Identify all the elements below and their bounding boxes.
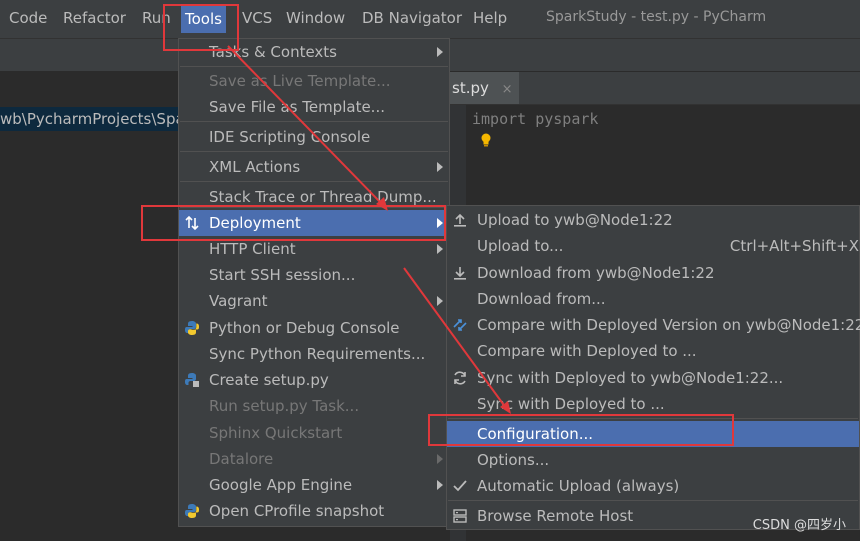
menu-item-xml-actions[interactable]: XML Actions bbox=[179, 154, 449, 180]
submenu-item-label: Sync with Deployed to ywb@Node1:22... bbox=[477, 369, 784, 387]
menu-item-label: Sync Python Requirements... bbox=[209, 345, 426, 363]
submenu-item-label: Download from ywb@Node1:22 bbox=[477, 264, 715, 282]
annotation-box-configuration bbox=[428, 414, 734, 446]
submenu-item-sync-node[interactable]: Sync with Deployed to ywb@Node1:22... bbox=[447, 365, 859, 391]
submenu-item-label: Automatic Upload (always) bbox=[477, 477, 680, 495]
editor-tab-test-py[interactable]: st.py × bbox=[450, 72, 519, 104]
download-icon bbox=[454, 267, 466, 280]
submenu-item-options[interactable]: Options... bbox=[447, 447, 859, 473]
watermark: CSDN @四岁小 bbox=[752, 518, 846, 533]
shortcut-label: Ctrl+Alt+Shift+X bbox=[729, 237, 859, 255]
tools-menu: Tasks & Contexts Save as Live Template..… bbox=[178, 38, 450, 527]
deployment-submenu: Upload to ywb@Node1:22 Upload to... Ctrl… bbox=[446, 205, 860, 530]
menu-vcs[interactable]: VCS bbox=[242, 9, 272, 27]
menu-item-label: Datalore bbox=[209, 450, 274, 468]
editor-tabs: st.py × bbox=[450, 72, 860, 105]
window-title: SparkStudy - test.py - PyCharm bbox=[546, 9, 767, 25]
submenu-item-label: Options... bbox=[477, 451, 550, 469]
submenu-item-label: Upload to... bbox=[477, 237, 564, 255]
menu-separator bbox=[180, 181, 448, 182]
menu-item-label: Python or Debug Console bbox=[209, 319, 400, 337]
submenu-item-upload-to-node[interactable]: Upload to ywb@Node1:22 bbox=[447, 207, 859, 233]
menu-item-label: Run setup.py Task... bbox=[209, 397, 360, 415]
compare-icon bbox=[453, 319, 467, 331]
menu-item-create-setup-py[interactable]: Create setup.py bbox=[179, 367, 449, 393]
menu-item-google-app-engine[interactable]: Google App Engine bbox=[179, 472, 449, 498]
menu-item-run-setup-py-task: Run setup.py Task... bbox=[179, 393, 449, 419]
remote-host-icon bbox=[453, 509, 467, 523]
submenu-arrow-icon bbox=[437, 454, 443, 464]
submenu-item-label: Browse Remote Host bbox=[477, 507, 634, 525]
submenu-item-download-from-node[interactable]: Download from ywb@Node1:22 bbox=[447, 260, 859, 286]
menu-item-datalore: Datalore bbox=[179, 446, 449, 472]
python-icon bbox=[185, 321, 199, 335]
menu-separator bbox=[448, 500, 858, 501]
submenu-arrow-icon bbox=[437, 244, 443, 254]
submenu-item-label: Download from... bbox=[477, 290, 606, 308]
annotation-box-tools bbox=[163, 4, 239, 51]
submenu-item-compare-to[interactable]: Compare with Deployed to ... bbox=[447, 338, 859, 364]
menu-item-label: IDE Scripting Console bbox=[209, 128, 371, 146]
menu-help[interactable]: Help bbox=[473, 9, 507, 27]
menu-item-label: XML Actions bbox=[209, 158, 301, 176]
menu-item-label: Vagrant bbox=[209, 292, 268, 310]
menu-item-python-console[interactable]: Python or Debug Console bbox=[179, 315, 449, 341]
project-path[interactable]: wb\PycharmProjects\Spar bbox=[0, 107, 178, 131]
menu-separator bbox=[180, 121, 448, 122]
check-icon bbox=[453, 480, 467, 492]
menu-item-ide-scripting-console[interactable]: IDE Scripting Console bbox=[179, 124, 449, 150]
submenu-item-label: Upload to ywb@Node1:22 bbox=[477, 211, 673, 229]
submenu-arrow-icon bbox=[437, 480, 443, 490]
menu-item-save-live-template: Save as Live Template... bbox=[179, 68, 449, 94]
submenu-item-download-from[interactable]: Download from... bbox=[447, 286, 859, 312]
annotation-box-deployment bbox=[141, 205, 446, 241]
submenu-arrow-icon bbox=[437, 162, 443, 172]
menu-window[interactable]: Window bbox=[286, 9, 345, 27]
editor-tab-label: st.py bbox=[452, 79, 489, 97]
upload-icon bbox=[454, 213, 466, 227]
menu-item-label: Save as Live Template... bbox=[209, 72, 391, 90]
menu-item-label: Open CProfile snapshot bbox=[209, 502, 385, 520]
menu-item-label: Sphinx Quickstart bbox=[209, 424, 343, 442]
python-setup-icon bbox=[185, 373, 199, 387]
code-line: import pyspark bbox=[472, 110, 599, 128]
menu-item-label: Start SSH session... bbox=[209, 266, 356, 284]
menu-item-save-file-template[interactable]: Save File as Template... bbox=[179, 94, 449, 120]
menu-item-label: Create setup.py bbox=[209, 371, 329, 389]
menu-separator bbox=[180, 66, 448, 67]
menu-item-label: Save File as Template... bbox=[209, 98, 385, 116]
submenu-arrow-icon bbox=[437, 47, 443, 57]
menu-separator bbox=[180, 151, 448, 152]
sync-icon bbox=[454, 371, 466, 385]
lightbulb-icon[interactable] bbox=[480, 133, 492, 147]
submenu-item-automatic-upload[interactable]: Automatic Upload (always) bbox=[447, 473, 859, 499]
menu-bar: Code Refactor Run Tools VCS Window DB Na… bbox=[0, 0, 860, 39]
menu-item-label: Google App Engine bbox=[209, 476, 353, 494]
submenu-item-compare-node[interactable]: Compare with Deployed Version on ywb@Nod… bbox=[447, 312, 860, 338]
menu-code[interactable]: Code bbox=[9, 9, 47, 27]
menu-item-vagrant[interactable]: Vagrant bbox=[179, 288, 449, 314]
submenu-item-label: Compare with Deployed to ... bbox=[477, 342, 697, 360]
close-icon[interactable]: × bbox=[502, 82, 513, 97]
menu-item-sphinx-quickstart: Sphinx Quickstart bbox=[179, 420, 449, 446]
submenu-item-upload-to[interactable]: Upload to... Ctrl+Alt+Shift+X bbox=[447, 233, 859, 259]
menu-refactor[interactable]: Refactor bbox=[63, 9, 126, 27]
submenu-arrow-icon bbox=[437, 296, 443, 306]
menu-item-sync-python-requirements[interactable]: Sync Python Requirements... bbox=[179, 341, 449, 367]
menu-item-start-ssh[interactable]: Start SSH session... bbox=[179, 262, 449, 288]
python-icon bbox=[185, 504, 199, 518]
menu-item-open-cprofile[interactable]: Open CProfile snapshot bbox=[179, 498, 449, 524]
menu-db-navigator[interactable]: DB Navigator bbox=[362, 9, 462, 27]
submenu-item-label: Compare with Deployed Version on ywb@Nod… bbox=[477, 316, 860, 334]
